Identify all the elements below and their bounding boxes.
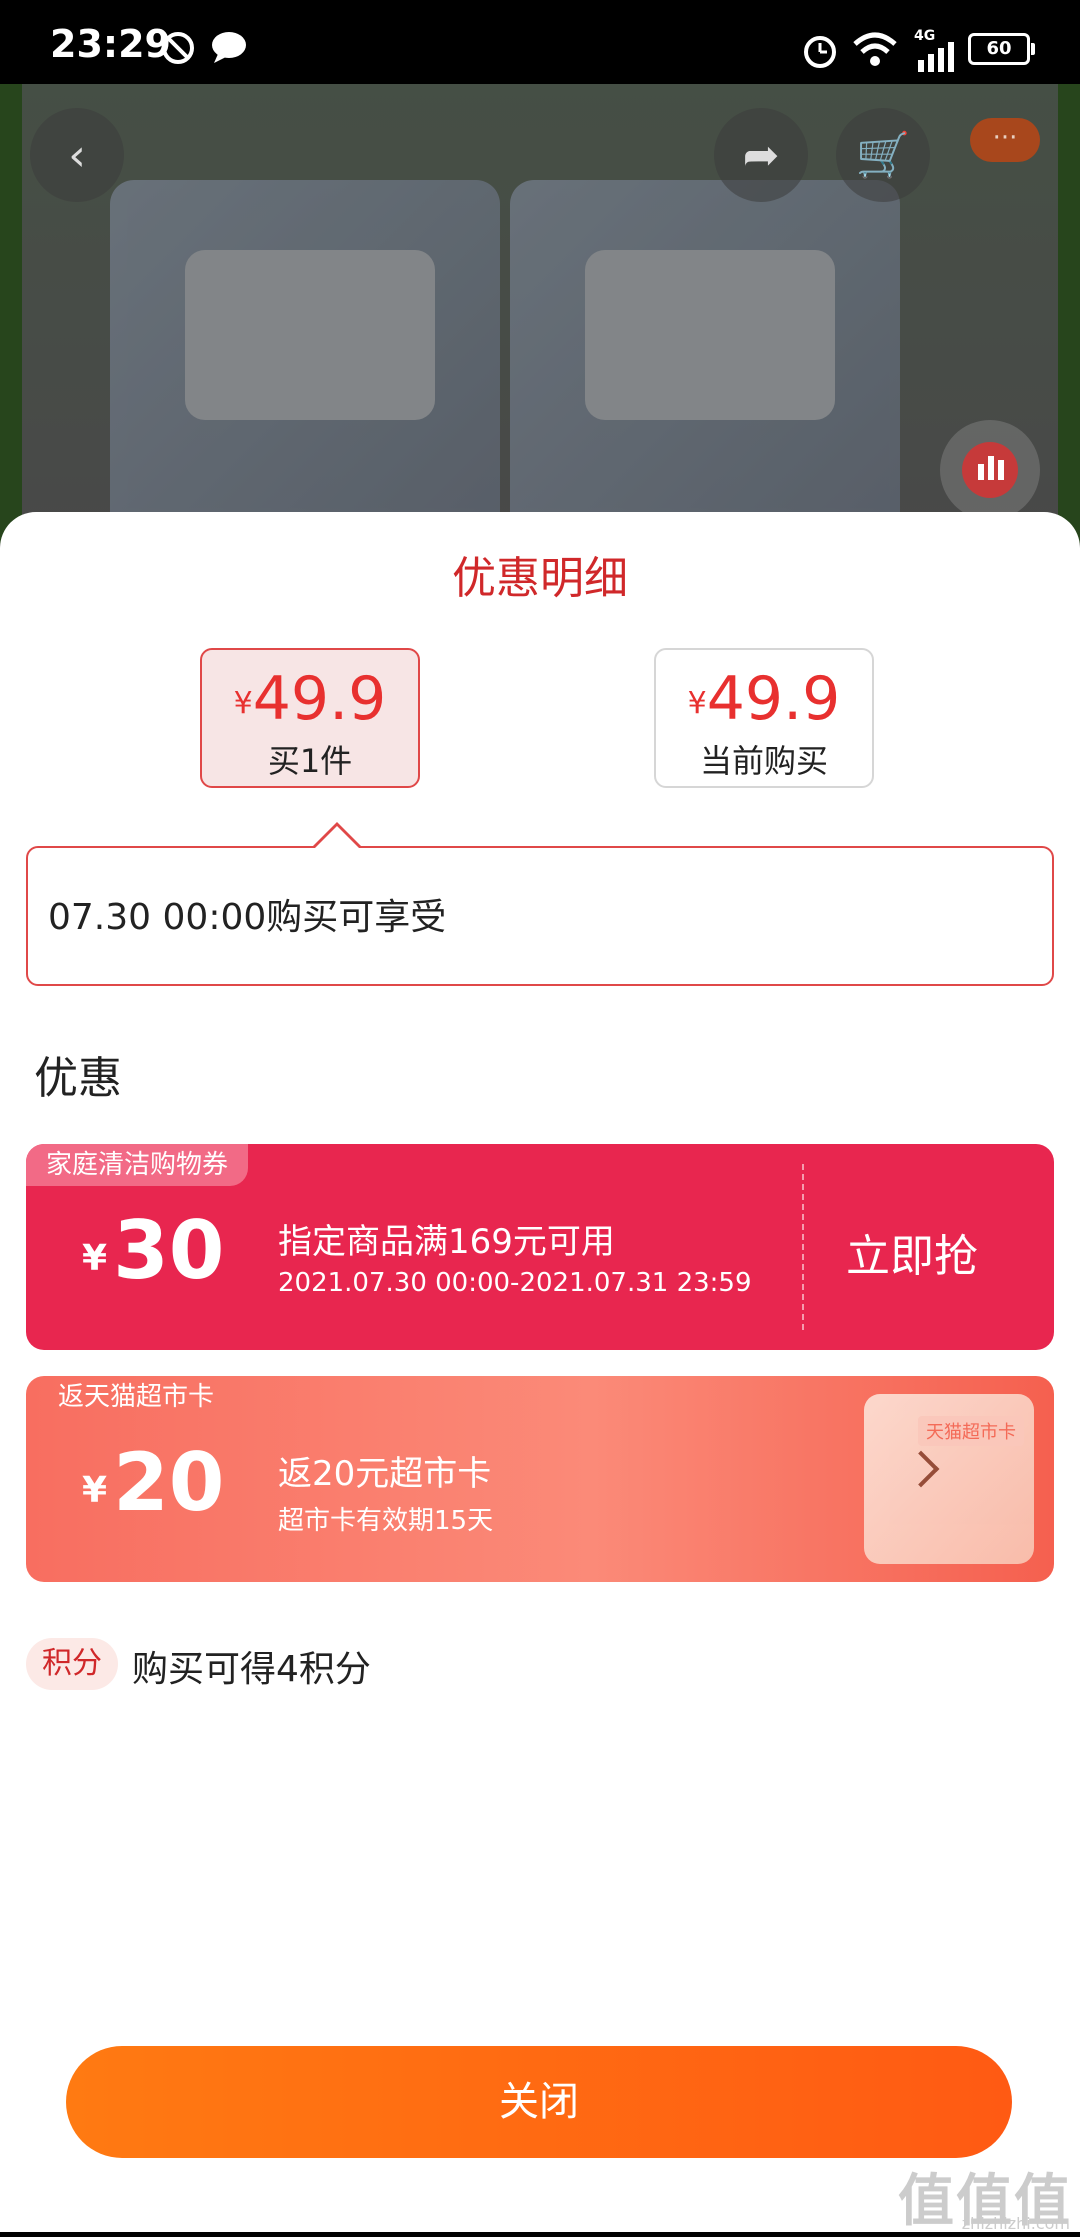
coupon-card[interactable]: 家庭清洁购物券 ¥30 指定商品满169元可用 2021.07.30 00:00… <box>26 1144 1054 1350</box>
sheet-title: 优惠明细 <box>452 553 628 604</box>
signal-icon <box>918 42 954 72</box>
coupon-amount: ¥20 <box>82 1436 224 1529</box>
currency-symbol: ¥ <box>82 1238 108 1279</box>
message-icon <box>212 32 246 63</box>
info-text: 07.30 00:00购买可享受 <box>48 897 447 938</box>
coupon-validity: 2021.07.30 00:00-2021.07.31 23:59 <box>278 1268 752 1298</box>
discount-detail-sheet: 优惠明细 ¥49.9 买1件 ¥49.9 当前购买 07.30 00:00购买可… <box>0 512 1080 2234</box>
alarm-icon <box>804 36 836 68</box>
price-option-current[interactable]: ¥49.9 当前购买 <box>654 648 874 788</box>
coupon-tag: 返天猫超市卡 <box>58 1382 215 1412</box>
cart-icon[interactable]: 🛒 <box>836 108 930 202</box>
currency-symbol: ¥ <box>82 1470 108 1511</box>
currency-symbol: ¥ <box>233 686 253 721</box>
status-bar: 23:29 4G 60 <box>0 0 1080 84</box>
chevron-right-icon <box>902 1450 940 1488</box>
currency-symbol: ¥ <box>687 686 707 721</box>
grab-coupon-button[interactable]: 立即抢 <box>846 1220 978 1284</box>
battery-icon: 60 <box>968 33 1035 65</box>
chart-icon[interactable] <box>940 420 1040 520</box>
coupon-value: 20 <box>113 1436 225 1529</box>
price-option-label: 当前购买 <box>699 742 828 780</box>
price-info-box: 07.30 00:00购买可享受 <box>26 822 1054 986</box>
dnd-icon <box>162 32 194 64</box>
clock: 23:29 <box>50 22 171 66</box>
coupon-condition: 返20元超市卡 <box>278 1454 492 1494</box>
coupon-condition: 指定商品满169元可用 <box>278 1222 615 1262</box>
share-icon[interactable]: ➦ <box>714 108 808 202</box>
coupon-divider <box>802 1164 804 1330</box>
card-label: 天猫超市卡 <box>918 1416 1024 1446</box>
points-text: 购买可得4积分 <box>132 1649 371 1690</box>
watermark-url: zhizhizhi.com <box>961 2214 1070 2233</box>
points-badge: 积分 <box>26 1638 118 1690</box>
back-icon[interactable]: ‹ <box>30 108 124 202</box>
price-value: 49.9 <box>252 664 387 734</box>
more-icon[interactable]: ··· <box>970 118 1040 162</box>
coupon-value: 30 <box>113 1204 225 1297</box>
coupon-tag: 家庭清洁购物券 <box>26 1144 249 1186</box>
pointer-notch-fill <box>313 826 361 850</box>
price-option-label: 买1件 <box>267 742 353 780</box>
coupon-amount: ¥30 <box>82 1204 224 1297</box>
price-option-buy-one[interactable]: ¥49.9 买1件 <box>200 648 420 788</box>
price-value: 49.9 <box>706 664 841 734</box>
supermarket-card-image[interactable]: 天猫超市卡 <box>864 1394 1034 1564</box>
close-button[interactable]: 关闭 <box>66 2046 1012 2158</box>
section-heading: 优惠 <box>34 1053 122 1104</box>
supermarket-card-coupon[interactable]: 返天猫超市卡 ¥20 返20元超市卡 超市卡有效期15天 天猫超市卡 <box>26 1376 1054 1582</box>
coupon-validity: 超市卡有效期15天 <box>278 1506 494 1536</box>
wifi-icon <box>853 32 897 66</box>
